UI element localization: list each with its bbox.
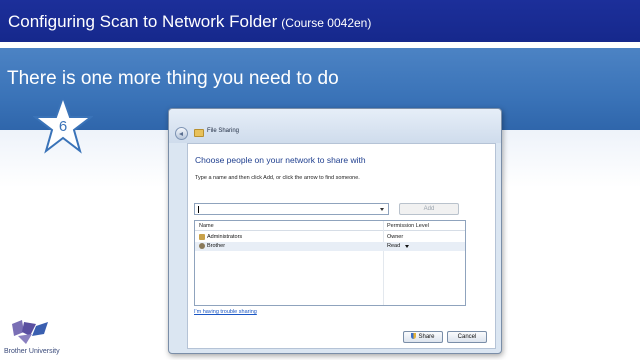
file-sharing-dialog: File Sharing Choose people on your netwo…: [168, 108, 502, 354]
slide-title-bar: Configuring Scan to Network Folder (Cours…: [0, 0, 640, 44]
instructions-text: Type a name and then click Add, or click…: [195, 175, 360, 181]
list-item[interactable]: Brother Read: [195, 242, 465, 251]
step-star-icon: 6: [32, 93, 94, 155]
add-button[interactable]: Add: [399, 203, 459, 215]
brother-logo-icon: [8, 318, 58, 346]
slide-title: Configuring Scan to Network Folder (Cours…: [8, 12, 372, 31]
list-header: Name Permission Level: [195, 221, 465, 231]
share-label: Share: [418, 334, 435, 340]
permission-dropdown-icon[interactable]: [405, 245, 409, 248]
user-name: Administrators: [207, 234, 243, 240]
text-cursor: [198, 206, 199, 213]
uac-shield-icon: [411, 333, 417, 339]
chevron-down-icon[interactable]: [378, 205, 387, 214]
name-combo-input[interactable]: [194, 203, 389, 215]
share-button[interactable]: Share: [403, 331, 443, 343]
dialog-body: Choose people on your network to share w…: [187, 143, 496, 349]
cancel-button[interactable]: Cancel: [447, 331, 487, 343]
course-code: (Course 0042en): [281, 16, 372, 30]
user-name: Brother: [207, 243, 226, 249]
back-arrow-icon[interactable]: [175, 127, 188, 140]
slide-heading: There is one more thing you need to do: [7, 68, 339, 89]
permission-level[interactable]: Read: [387, 243, 400, 249]
column-header-permission[interactable]: Permission Level: [387, 223, 429, 229]
dialog-title: File Sharing: [207, 128, 240, 134]
sharing-list: Name Permission Level Administrators Own…: [194, 220, 466, 306]
trouble-sharing-link[interactable]: I'm having trouble sharing: [194, 309, 257, 315]
column-header-name[interactable]: Name: [199, 223, 214, 229]
shared-folder-icon: [194, 129, 204, 137]
logo-text: Brother University: [4, 348, 60, 355]
permission-level: Owner: [387, 234, 404, 240]
choose-people-heading: Choose people on your network to share w…: [195, 155, 366, 165]
list-item[interactable]: Administrators Owner: [195, 233, 465, 242]
step-number: 6: [58, 118, 68, 135]
dialog-caption-bar: File Sharing: [169, 109, 501, 143]
user-icon: [199, 243, 205, 249]
group-icon: [199, 234, 205, 240]
